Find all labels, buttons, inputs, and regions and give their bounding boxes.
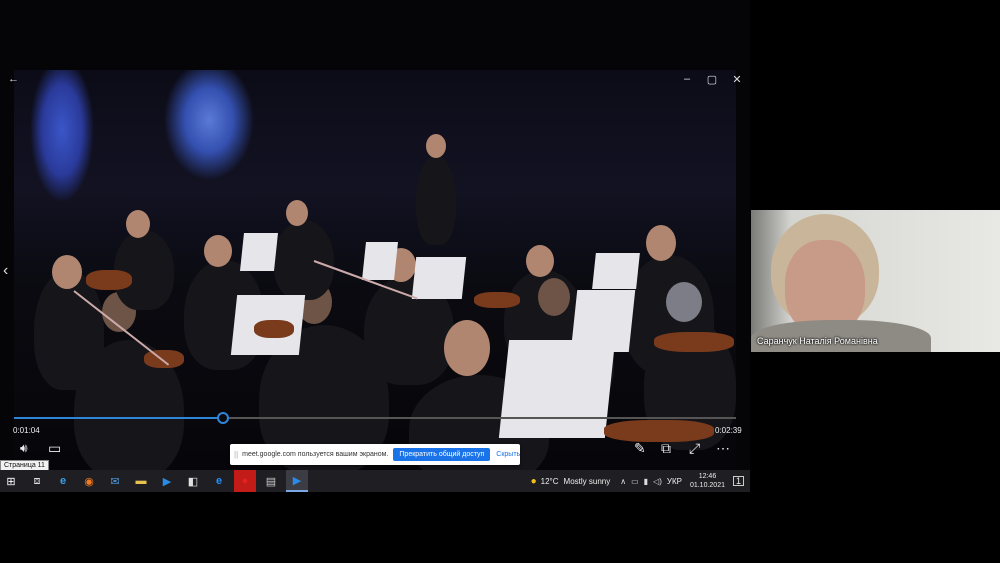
- mail-icon[interactable]: ✉: [104, 470, 126, 492]
- music-stand: [592, 253, 640, 289]
- music-stand: [362, 242, 398, 280]
- notifications-icon[interactable]: 1: [733, 476, 744, 486]
- minimize-icon[interactable]: –: [679, 73, 695, 85]
- video-frame[interactable]: [14, 70, 736, 470]
- participant-video-tile[interactable]: Саранчук Наталія Романівна: [751, 210, 1000, 352]
- musician: [114, 230, 174, 310]
- windows-start-icon[interactable]: ⊞: [0, 470, 22, 492]
- total-time: 0:02:39: [715, 426, 742, 435]
- share-banner-text: meet.google.com пользуется вашим экраном…: [242, 451, 389, 458]
- maximize-icon[interactable]: ▢: [704, 73, 720, 86]
- violin: [474, 292, 520, 308]
- musician-head: [538, 278, 570, 316]
- violin: [604, 420, 714, 442]
- music-stand: [240, 233, 278, 271]
- system-tray: ● 12°C Mostly sunny ∧ ▭ ▮ ◁) УКР 12:46 0…: [531, 470, 750, 492]
- weather-sun-icon[interactable]: ●: [531, 476, 537, 487]
- firefox-icon[interactable]: ◉: [78, 470, 100, 492]
- participant-name: Саранчук Наталія Романівна: [757, 336, 878, 346]
- musician-head: [646, 225, 676, 261]
- conductor-head: [426, 134, 446, 158]
- store-icon[interactable]: ◧: [182, 470, 204, 492]
- screen: ← ‹ – ▢ ✕ 0:01:04 0:02:39 🔊︎ ▭ ✎ ⧉ ⤢ ⋯ С…: [0, 0, 1000, 563]
- speaker-icon[interactable]: ◁): [653, 477, 662, 486]
- clock-date: 01.10.2021: [689, 482, 725, 489]
- more-options-icon[interactable]: ⋯: [716, 440, 730, 457]
- task-view-icon[interactable]: ⧈: [26, 470, 48, 492]
- app-icon[interactable]: ▤: [260, 470, 282, 492]
- violin: [144, 350, 184, 368]
- opera-icon[interactable]: ●: [234, 470, 256, 492]
- music-stand: [411, 257, 467, 299]
- media-player-icon[interactable]: ▶: [156, 470, 178, 492]
- seek-bar[interactable]: [14, 412, 736, 424]
- musician-head: [126, 210, 150, 238]
- battery-icon[interactable]: ▮: [644, 477, 648, 486]
- taskbar: ⊞ ⧈ e ◉ ✉ ▬ ▶ ◧ e ● ▤ ▶ ● 12°C Mostly su…: [0, 470, 750, 492]
- music-stand: [498, 340, 616, 438]
- conductor-figure: [416, 155, 456, 245]
- edit-icon[interactable]: ✎: [634, 440, 646, 457]
- back-arrow-icon[interactable]: ←: [8, 73, 19, 85]
- violin: [254, 320, 294, 338]
- input-language[interactable]: УКР: [667, 477, 682, 486]
- musician-head: [444, 320, 490, 376]
- chevron-up-icon[interactable]: ∧: [620, 477, 626, 486]
- fullscreen-icon[interactable]: ⤢: [689, 440, 700, 457]
- file-explorer-icon[interactable]: ▬: [130, 470, 152, 492]
- weather-temperature[interactable]: 12°C: [541, 477, 559, 486]
- current-time: 0:01:04: [13, 426, 40, 435]
- violin: [654, 332, 734, 352]
- stop-sharing-button[interactable]: Прекратить общий доступ: [393, 448, 491, 461]
- musician-head: [286, 200, 308, 226]
- subtitles-icon[interactable]: ▭: [48, 440, 61, 457]
- edge-browser-icon[interactable]: e: [52, 470, 74, 492]
- musician-head: [526, 245, 554, 277]
- films-tv-icon[interactable]: ▶: [286, 470, 308, 492]
- clock-time: 12:46: [698, 473, 717, 480]
- network-icon[interactable]: ▭: [631, 477, 639, 486]
- hide-banner-button[interactable]: Скрыть: [496, 451, 520, 458]
- clock[interactable]: 12:46 01.10.2021: [690, 472, 725, 490]
- drag-handle-icon[interactable]: ||: [234, 450, 238, 459]
- weather-description[interactable]: Mostly sunny: [564, 477, 611, 486]
- volume-icon[interactable]: 🔊︎: [20, 441, 28, 456]
- screen-share-banner: || meet.google.com пользуется вашим экра…: [230, 444, 520, 465]
- internet-explorer-icon[interactable]: e: [208, 470, 230, 492]
- shared-screen-view: ← ‹ – ▢ ✕ 0:01:04 0:02:39 🔊︎ ▭ ✎ ⧉ ⤢ ⋯ С…: [0, 0, 750, 492]
- miniplayer-icon[interactable]: ⧉: [661, 440, 671, 457]
- musician-head: [52, 255, 82, 289]
- musician: [274, 220, 334, 300]
- musician-head: [666, 282, 702, 322]
- musician-head: [204, 235, 232, 267]
- previous-arrow-icon[interactable]: ‹: [3, 262, 8, 280]
- close-icon[interactable]: ✕: [729, 73, 745, 86]
- seek-bar-progress: [14, 417, 224, 419]
- violin: [86, 270, 132, 290]
